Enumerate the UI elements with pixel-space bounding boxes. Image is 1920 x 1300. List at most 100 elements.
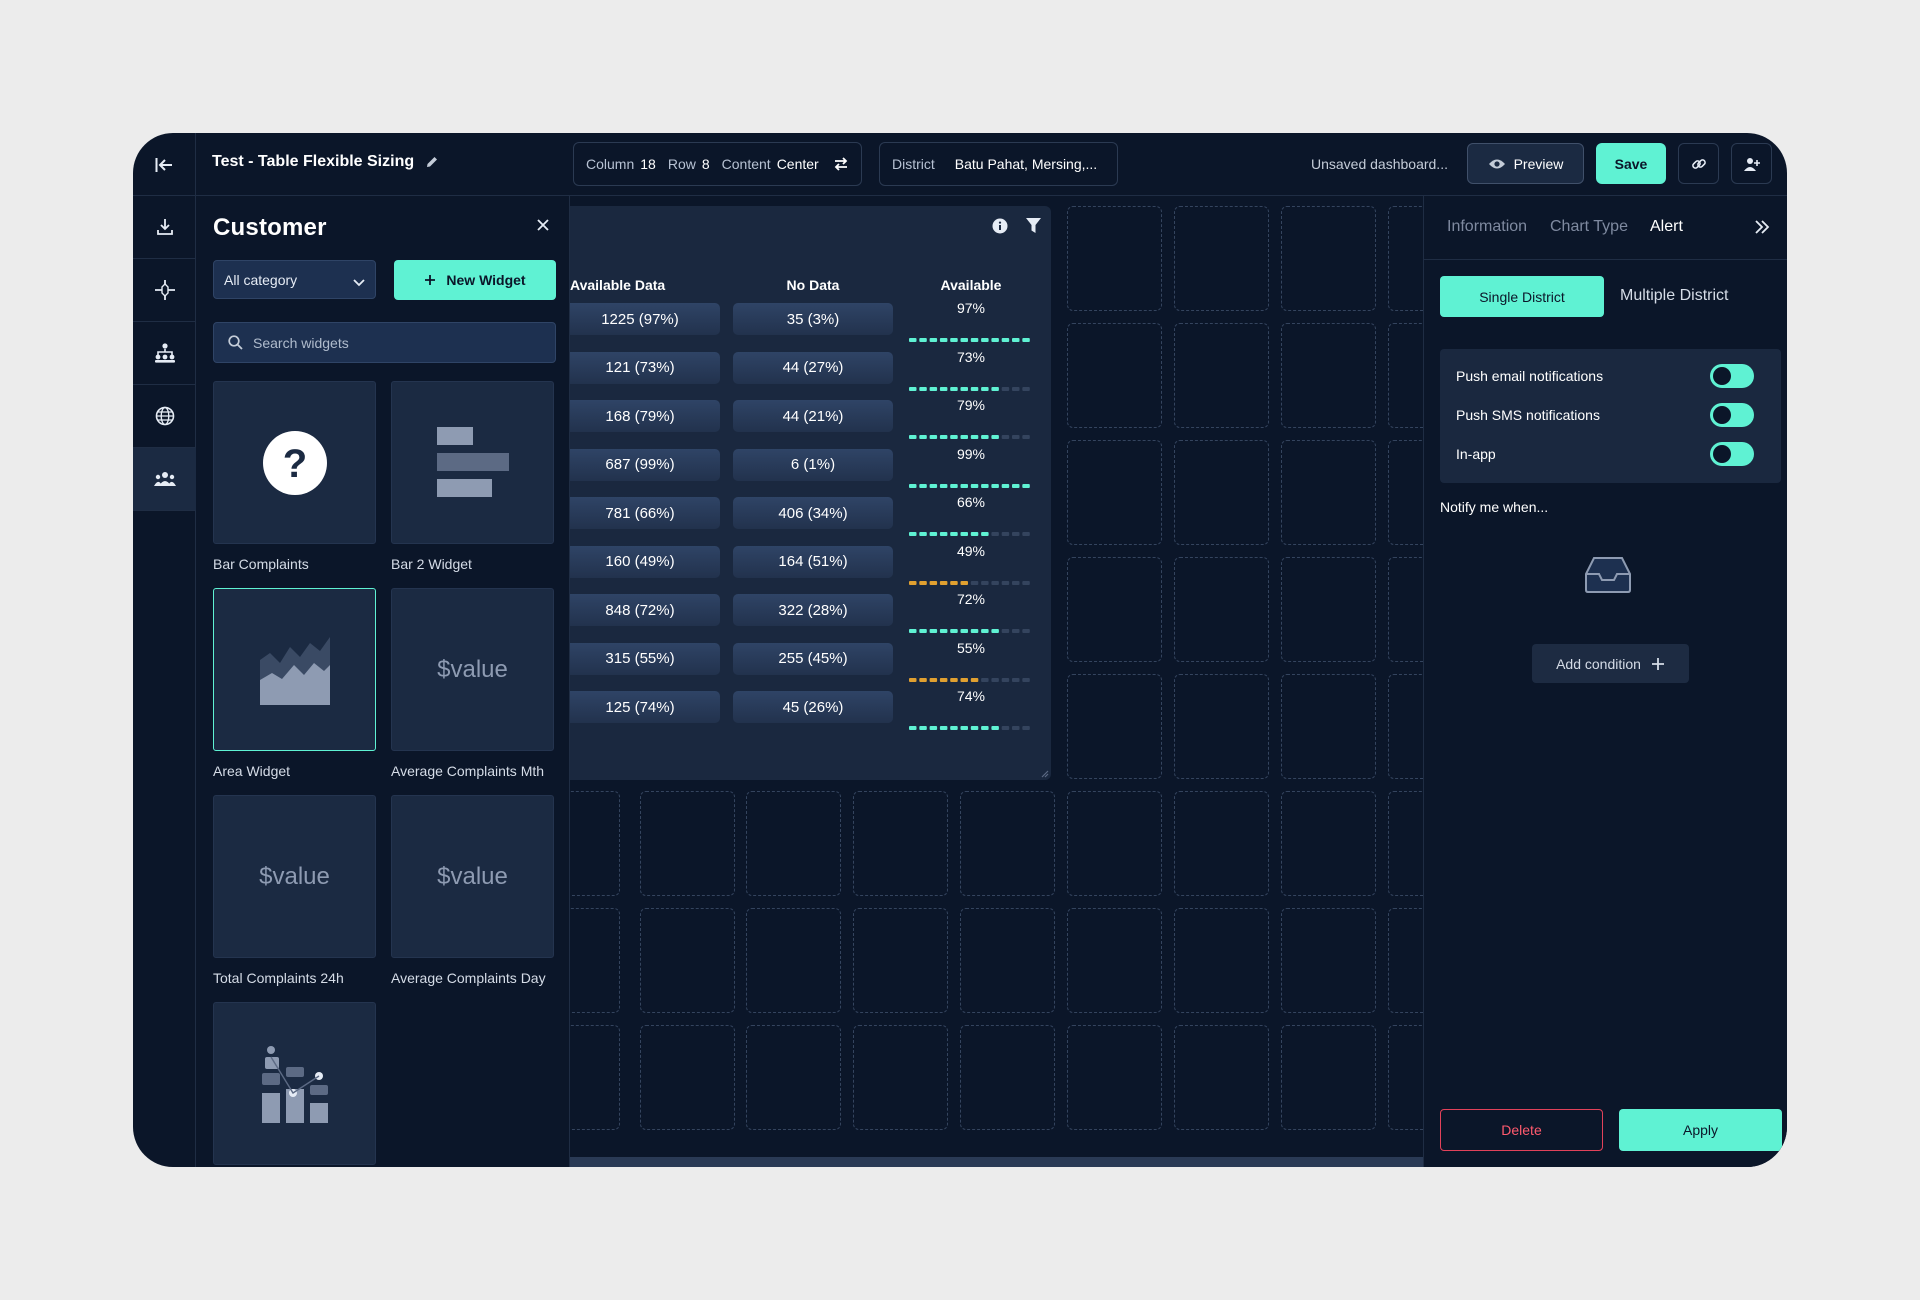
- search-input[interactable]: [253, 334, 533, 351]
- apply-button[interactable]: Apply: [1619, 1109, 1782, 1151]
- grid-cell[interactable]: [1067, 557, 1162, 662]
- grid-cell[interactable]: [1388, 908, 1423, 1013]
- share-link-button[interactable]: [1678, 143, 1719, 184]
- add-condition-label: Add condition: [1556, 655, 1641, 672]
- dashboard-canvas[interactable]: Available Data No Data Available 1225 (9…: [570, 196, 1423, 1167]
- grid-cell[interactable]: [1067, 1025, 1162, 1130]
- rail-item-nodes[interactable]: [133, 259, 196, 322]
- category-select[interactable]: All category: [213, 260, 376, 299]
- grid-cell[interactable]: [1174, 674, 1269, 779]
- grid-cell[interactable]: [1174, 1025, 1269, 1130]
- widget-card[interactable]: ? Bar Complaints: [213, 381, 376, 572]
- grid-cell[interactable]: [1281, 323, 1376, 428]
- grid-cell[interactable]: [1067, 674, 1162, 779]
- filter-icon[interactable]: [1026, 218, 1041, 239]
- multiple-district-button[interactable]: Multiple District: [1620, 287, 1728, 305]
- search-widgets[interactable]: [213, 322, 556, 363]
- grid-cell[interactable]: [1281, 206, 1376, 311]
- widget-card[interactable]: $value Total Complaints 24h: [213, 795, 376, 986]
- grid-cell[interactable]: [746, 908, 841, 1013]
- widget-card[interactable]: [213, 1002, 376, 1165]
- cell-available-percent: 99%: [956, 445, 986, 462]
- grid-cell[interactable]: [1388, 440, 1423, 545]
- grid-cell[interactable]: [1388, 557, 1423, 662]
- grid-cell[interactable]: [1388, 791, 1423, 896]
- grid-cell[interactable]: [1281, 674, 1376, 779]
- grid-cell[interactable]: [1281, 440, 1376, 545]
- grid-cell[interactable]: [1388, 1025, 1423, 1130]
- grid-cell[interactable]: [853, 1025, 948, 1130]
- in-app-toggle[interactable]: [1710, 442, 1754, 466]
- grid-cell[interactable]: [1388, 323, 1423, 428]
- grid-cell[interactable]: [960, 791, 1055, 896]
- question-icon: ?: [262, 430, 327, 495]
- widget-card[interactable]: $value Average Complaints Mth: [391, 588, 554, 779]
- grid-cell[interactable]: [640, 1025, 735, 1130]
- save-button[interactable]: Save: [1596, 143, 1666, 184]
- grid-cell[interactable]: [570, 791, 620, 896]
- rail-item-team[interactable]: [133, 448, 196, 511]
- rail-item-hierarchy[interactable]: [133, 322, 196, 385]
- grid-cell[interactable]: [746, 791, 841, 896]
- grid-cell[interactable]: [640, 791, 735, 896]
- add-condition-button[interactable]: Add condition: [1532, 644, 1689, 683]
- resize-handle-icon[interactable]: [1041, 770, 1049, 778]
- grid-cell[interactable]: [1067, 206, 1162, 311]
- push-email-toggle[interactable]: [1710, 364, 1754, 388]
- grid-cell[interactable]: [1067, 908, 1162, 1013]
- grid-cell[interactable]: [1174, 791, 1269, 896]
- grid-cell[interactable]: [1067, 440, 1162, 545]
- double-chevron-right-icon[interactable]: [1754, 220, 1770, 239]
- grid-cell[interactable]: [1174, 557, 1269, 662]
- grid-cell[interactable]: [640, 908, 735, 1013]
- grid-cell[interactable]: [1281, 908, 1376, 1013]
- area-thumb-icon: [259, 636, 330, 705]
- column-value: 18: [640, 156, 656, 172]
- grid-settings[interactable]: Column 18 Row 8 Content Center: [573, 142, 862, 186]
- grid-cell[interactable]: [1174, 323, 1269, 428]
- info-icon[interactable]: [992, 218, 1008, 239]
- grid-cell[interactable]: [1388, 674, 1423, 779]
- grid-cell[interactable]: [1067, 791, 1162, 896]
- push-sms-toggle[interactable]: [1710, 403, 1754, 427]
- grid-cell[interactable]: [1281, 791, 1376, 896]
- add-user-button[interactable]: [1731, 143, 1772, 184]
- tab-chart-type[interactable]: Chart Type: [1550, 218, 1628, 236]
- widget-thumbnail: [391, 381, 554, 544]
- grid-cell[interactable]: [1174, 206, 1269, 311]
- grid-cell[interactable]: [570, 908, 620, 1013]
- grid-cell[interactable]: [1174, 908, 1269, 1013]
- cell-available-percent: 73%: [956, 348, 986, 365]
- cell-no-data: 255 (45%): [733, 642, 893, 675]
- grid-cell[interactable]: [960, 908, 1055, 1013]
- grid-cell[interactable]: [1174, 440, 1269, 545]
- cell-available-percent: 72%: [956, 591, 986, 607]
- grid-cell[interactable]: [853, 908, 948, 1013]
- grid-cell[interactable]: [746, 1025, 841, 1130]
- grid-cell[interactable]: [960, 1025, 1055, 1130]
- grid-cell[interactable]: [570, 1025, 620, 1130]
- grid-cell[interactable]: [1281, 1025, 1376, 1130]
- grid-cell[interactable]: [1388, 206, 1423, 311]
- widget-card[interactable]: Area Widget: [213, 588, 376, 779]
- grid-cell[interactable]: [1067, 323, 1162, 428]
- tab-information[interactable]: Information: [1447, 218, 1527, 236]
- widget-card[interactable]: Bar 2 Widget: [391, 381, 554, 572]
- grid-cell[interactable]: [853, 791, 948, 896]
- collapse-sidebar-button[interactable]: [133, 133, 196, 196]
- tab-alert[interactable]: Alert: [1650, 218, 1683, 236]
- new-widget-button[interactable]: New Widget: [394, 260, 556, 300]
- widget-card[interactable]: $value Average Complaints Day: [391, 795, 554, 986]
- table-widget[interactable]: Available Data No Data Available 1225 (9…: [570, 206, 1051, 780]
- horizontal-scrollbar[interactable]: [570, 1157, 1423, 1167]
- swap-icon[interactable]: [833, 156, 849, 175]
- preview-button[interactable]: Preview: [1467, 143, 1584, 184]
- single-district-button[interactable]: Single District: [1440, 276, 1604, 317]
- district-filter[interactable]: District Batu Pahat, Mersing,...: [879, 142, 1118, 186]
- rail-item-download[interactable]: [133, 196, 196, 259]
- delete-button[interactable]: Delete: [1440, 1109, 1603, 1151]
- rail-item-globe[interactable]: [133, 385, 196, 448]
- grid-cell[interactable]: [1281, 557, 1376, 662]
- edit-title-icon[interactable]: [425, 155, 439, 174]
- close-library-icon[interactable]: [536, 218, 550, 237]
